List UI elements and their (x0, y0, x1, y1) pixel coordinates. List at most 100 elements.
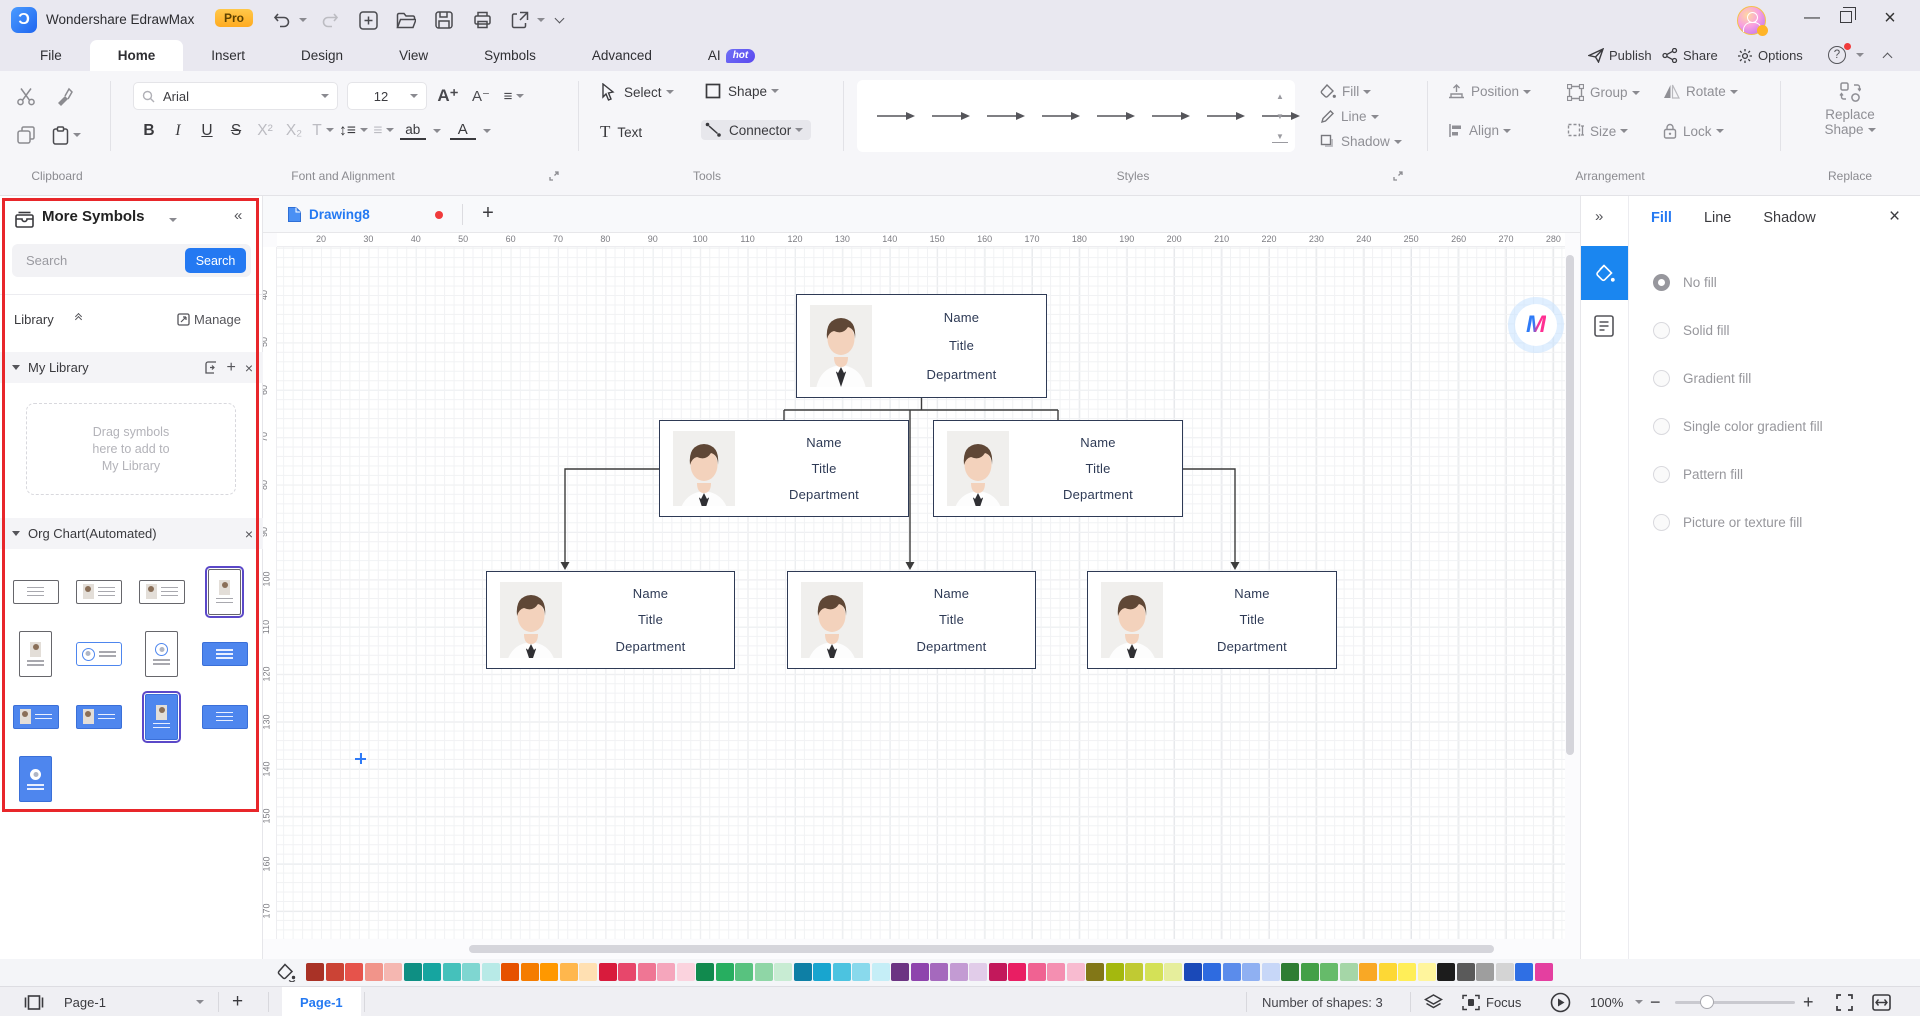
fullscreen-button[interactable] (1836, 987, 1853, 1016)
share-button[interactable]: Share (1662, 40, 1718, 71)
page-selector-caret[interactable] (196, 1000, 204, 1004)
org-chart-symbol-thumb[interactable] (130, 624, 193, 685)
color-swatch[interactable] (754, 963, 773, 981)
symbols-panel-caret[interactable] (169, 218, 177, 222)
subscript-button[interactable]: X₂ (281, 122, 307, 140)
bullet-list-button[interactable]: ≡ (371, 122, 397, 140)
color-swatch[interactable] (793, 963, 812, 981)
color-swatch[interactable] (774, 963, 792, 981)
fill-option-pattern-fill[interactable]: Pattern fill (1653, 466, 1743, 483)
styles-scroll-up-icon[interactable]: ▲ (1272, 93, 1288, 101)
document-tab[interactable]: Drawing8 (287, 196, 443, 233)
color-swatch[interactable] (1437, 963, 1455, 981)
collapse-all-icon[interactable] (74, 312, 83, 324)
page-tab[interactable]: Page-1 (282, 987, 361, 1016)
symbol-search-button[interactable]: Search (185, 248, 246, 273)
collapse-ribbon-icon[interactable] (1882, 52, 1893, 63)
font-family-select[interactable]: Arial (133, 82, 338, 110)
line-spacing-button[interactable]: ↕≡ (339, 122, 368, 140)
options-button[interactable]: Options (1737, 40, 1803, 71)
rotate-button[interactable]: Rotate (1663, 84, 1738, 99)
fit-width-button[interactable] (1872, 987, 1891, 1016)
connector-style-arrow[interactable] (1042, 109, 1080, 124)
zoom-out-button[interactable]: − (1650, 987, 1661, 1016)
color-swatch[interactable] (306, 963, 324, 981)
copy-button[interactable] (14, 122, 38, 148)
color-swatch[interactable] (852, 963, 870, 981)
export-button[interactable] (508, 8, 532, 32)
undo-button[interactable] (270, 8, 294, 32)
color-swatch[interactable] (813, 963, 831, 981)
layers-button[interactable] (1424, 987, 1443, 1016)
color-swatch[interactable] (1359, 963, 1377, 981)
close-panel-icon[interactable]: × (1889, 206, 1900, 228)
color-swatch[interactable] (949, 963, 968, 981)
paste-button[interactable] (52, 122, 81, 148)
help-dropdown-caret[interactable] (1856, 53, 1864, 57)
font-dialog-expand-icon[interactable] (548, 170, 560, 182)
zoom-slider-track[interactable] (1675, 1001, 1795, 1004)
org-chart-symbol-thumb[interactable] (193, 561, 256, 622)
fill-option-gradient-fill[interactable]: Gradient fill (1653, 370, 1751, 387)
new-document-button[interactable] (356, 8, 380, 32)
color-swatch[interactable] (403, 963, 422, 981)
org-chart-symbol-thumb[interactable] (67, 624, 130, 685)
menu-tab-view[interactable]: View (371, 40, 456, 71)
underline-button[interactable]: U (194, 122, 220, 140)
org-chart-symbol-thumb[interactable] (130, 686, 193, 747)
color-swatch[interactable] (1066, 963, 1085, 981)
strikethrough-button[interactable]: S (223, 122, 249, 140)
drag-symbols-dropzone[interactable]: Drag symbols here to add to My Library (26, 403, 236, 495)
menu-tab-home[interactable]: Home (89, 40, 184, 71)
color-swatch[interactable] (1047, 963, 1065, 981)
fill-menu-button[interactable]: Fill (1320, 84, 1372, 99)
menu-tab-advanced[interactable]: Advanced (564, 40, 680, 71)
color-swatch[interactable] (988, 963, 1007, 981)
color-swatch[interactable] (579, 963, 597, 981)
focus-button[interactable]: Focus (1462, 987, 1521, 1016)
print-button[interactable] (470, 8, 494, 32)
color-swatch[interactable] (735, 963, 753, 981)
color-swatch[interactable] (1086, 963, 1104, 981)
color-swatch[interactable] (1125, 963, 1143, 981)
connector-style-arrow[interactable] (1097, 109, 1135, 124)
color-swatch[interactable] (969, 963, 987, 981)
replace-shape-button[interactable]: Replace Shape (1800, 81, 1900, 137)
color-swatch[interactable] (364, 963, 383, 981)
color-swatch[interactable] (871, 963, 890, 981)
page-selector[interactable]: Page-1 (64, 987, 106, 1016)
color-swatch[interactable] (501, 963, 519, 981)
color-swatch[interactable] (1476, 963, 1494, 981)
help-button[interactable]: ? (1828, 46, 1846, 64)
color-swatch[interactable] (1261, 963, 1280, 981)
undo-dropdown-caret[interactable] (299, 18, 307, 22)
drawing-grid[interactable]: M Name Title Department Name Title Department… (277, 247, 1565, 939)
connector-style-arrow[interactable] (1152, 109, 1190, 124)
fill-format-tab-tile[interactable] (1581, 246, 1628, 300)
color-swatch[interactable] (1495, 963, 1514, 981)
menu-tab-file[interactable]: File (12, 40, 90, 71)
italic-button[interactable]: I (165, 122, 191, 140)
color-swatch[interactable] (345, 963, 363, 981)
page-view-button[interactable] (24, 987, 44, 1016)
decrease-font-button[interactable]: A⁻ (469, 83, 493, 109)
palette-fill-icon[interactable] (276, 963, 296, 982)
vertical-scrollbar[interactable] (1566, 255, 1574, 947)
color-swatch[interactable] (423, 963, 441, 981)
menu-tab-insert[interactable]: Insert (183, 40, 273, 71)
minimize-button[interactable]: — (1798, 6, 1826, 32)
color-swatch[interactable] (696, 963, 714, 981)
position-button[interactable]: Position (1448, 84, 1532, 99)
maximize-button[interactable] (1840, 7, 1856, 23)
color-swatch[interactable] (1281, 963, 1299, 981)
org-chart-section-header[interactable]: Org Chart(Automated) × (0, 518, 263, 549)
org-node-bottom-left[interactable]: Name Title Department (486, 571, 735, 669)
org-chart-symbol-thumb[interactable] (67, 686, 130, 747)
color-swatch[interactable] (520, 963, 539, 981)
format-tab-fill[interactable]: Fill (1651, 210, 1672, 226)
zoom-value[interactable]: 100% (1590, 987, 1623, 1016)
shape-tool-button[interactable]: Shape (705, 83, 780, 99)
color-swatch[interactable] (1534, 963, 1553, 981)
org-chart-symbol-thumb[interactable] (193, 686, 256, 747)
color-swatch[interactable] (1242, 963, 1260, 981)
